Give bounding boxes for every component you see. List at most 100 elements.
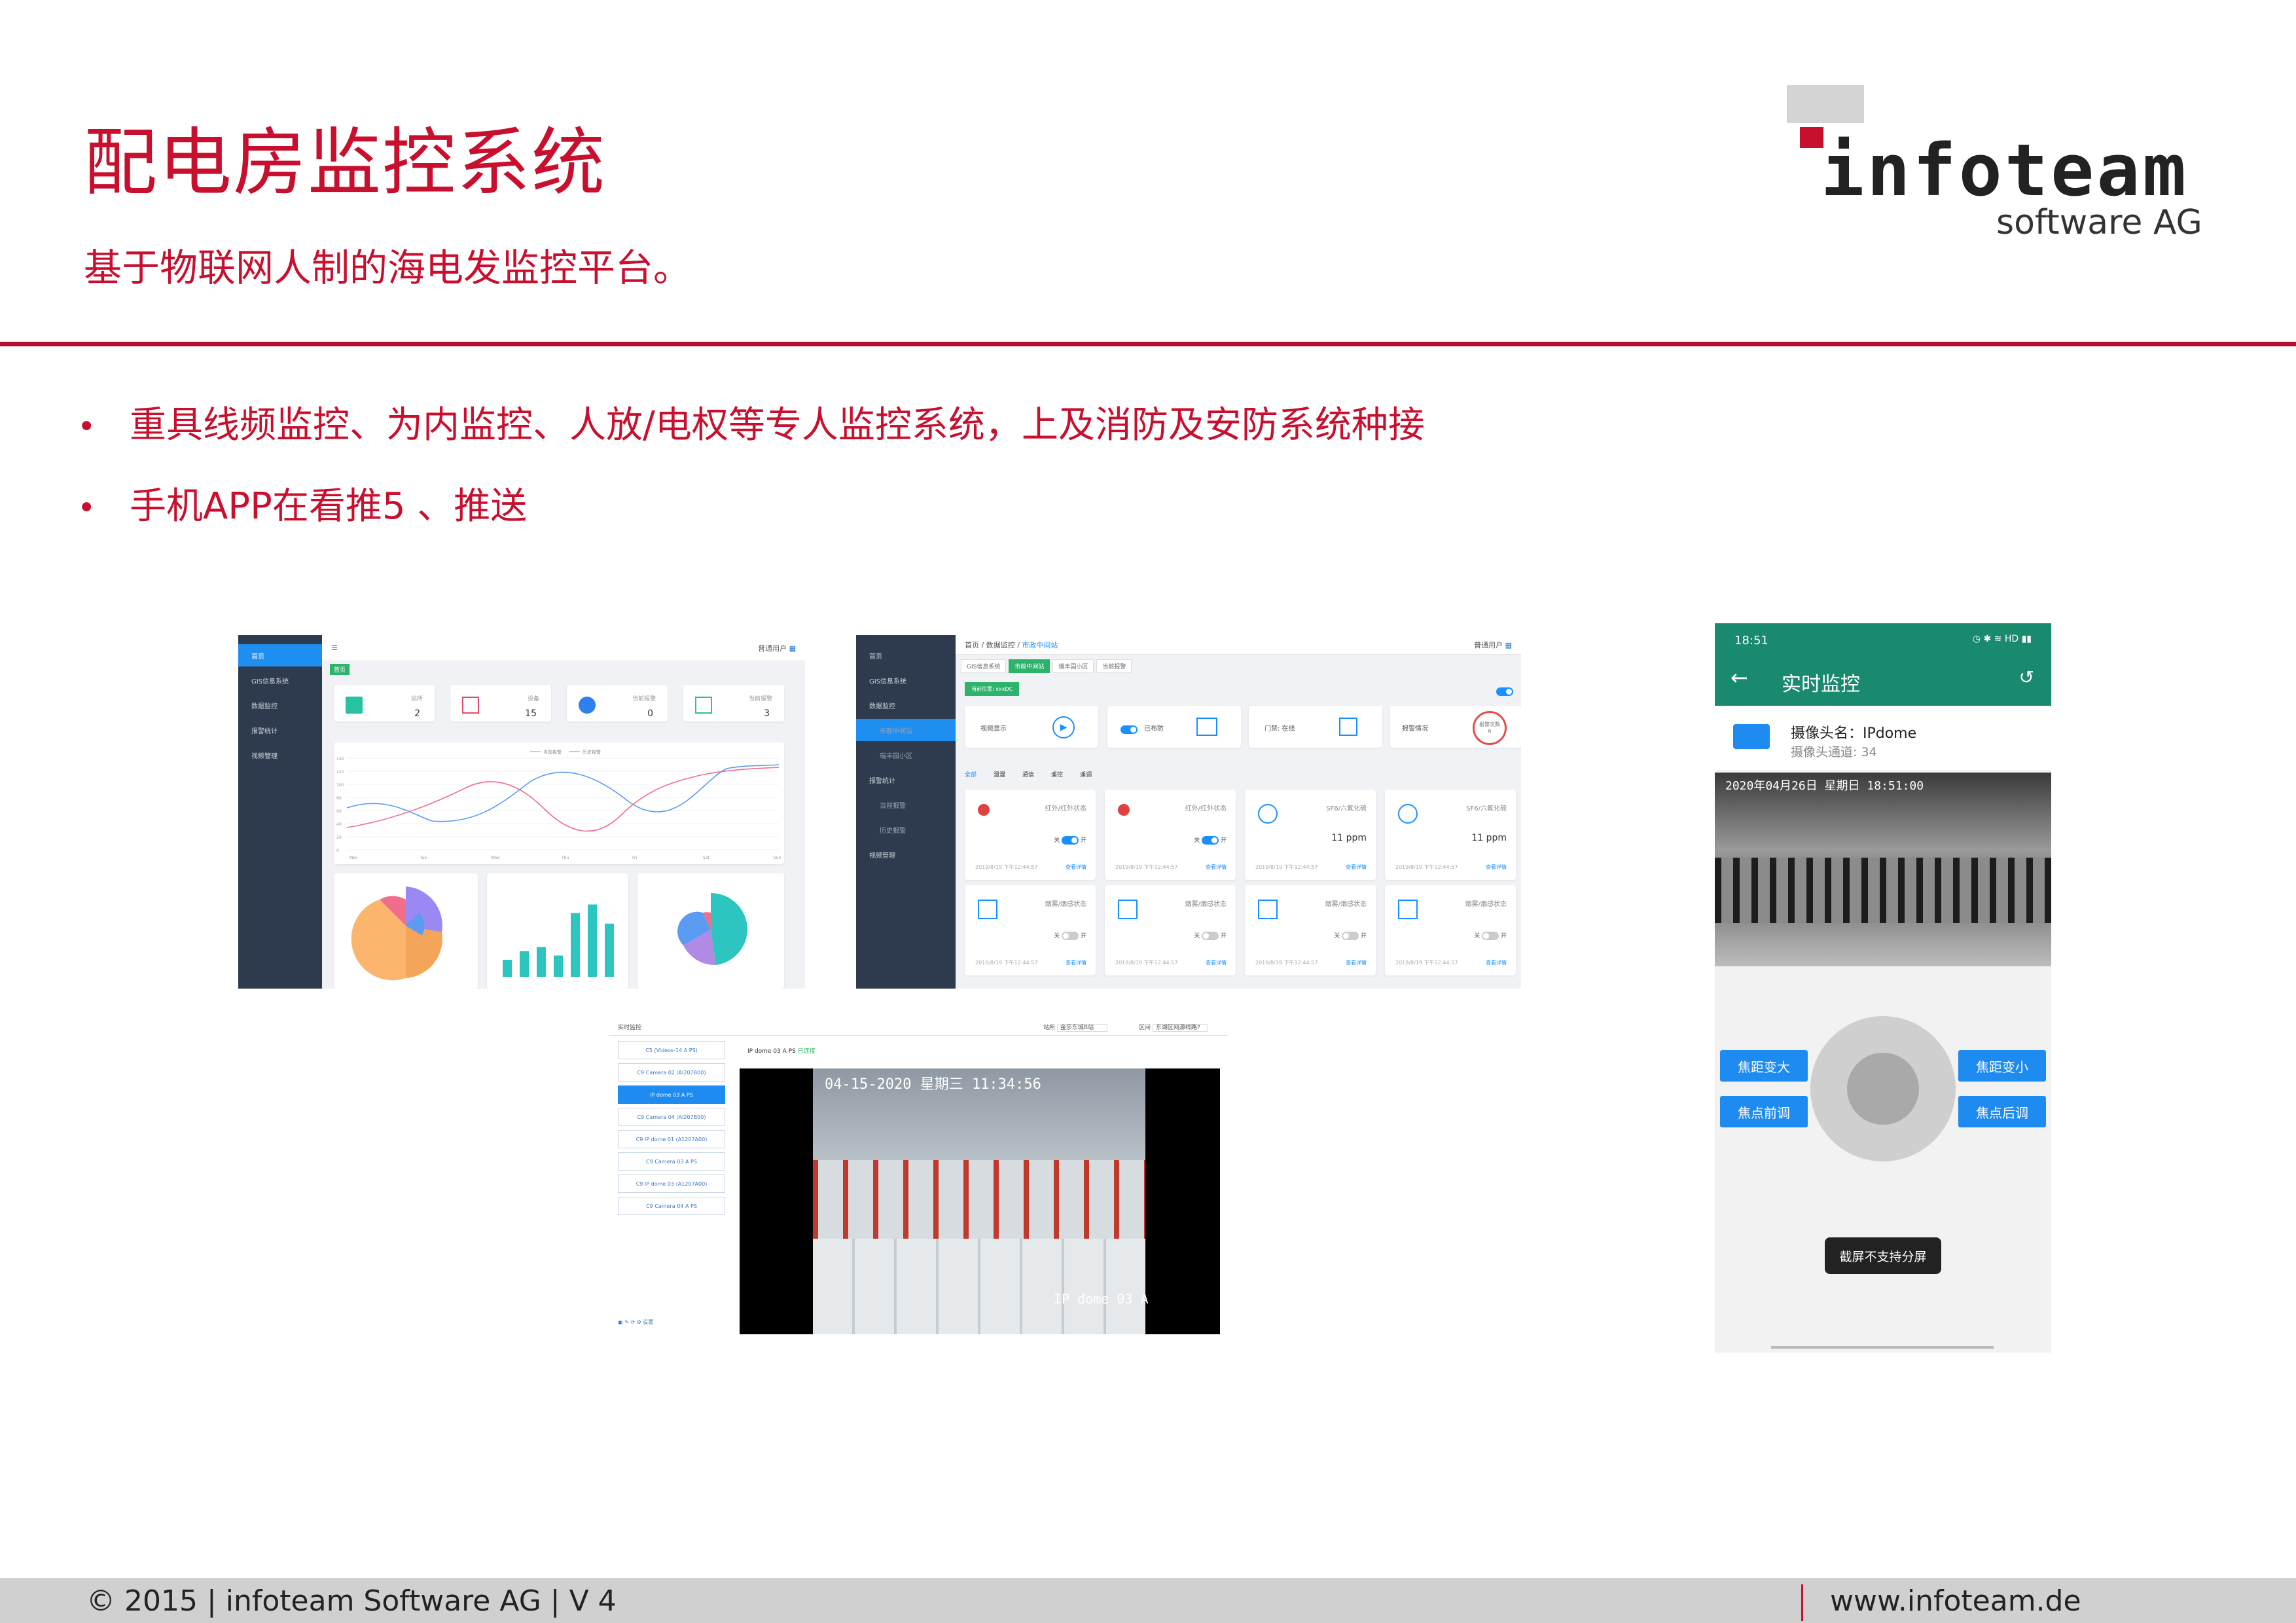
dashboard-sidebar: 首页 GIS信息系统 数据监控 报警统计 视频管理 (238, 635, 322, 989)
device-switch[interactable]: 关 开 (1054, 931, 1086, 940)
pie-chart-card-1 (334, 873, 478, 989)
toolbar-icons[interactable]: ▣ ✎ ⟳ ⚙ 设置 (618, 1319, 653, 1326)
bar-chart-card (487, 873, 628, 989)
sidebar-item-alarm[interactable]: 报警统计 (856, 769, 956, 791)
sidebar-item-current-alarm[interactable]: 当前报警 (856, 793, 956, 816)
device-switch[interactable]: 关 开 (1194, 931, 1227, 940)
sidebar-item-data[interactable]: 数据监控 (856, 694, 956, 716)
sidebar-item-community[interactable]: 瑞丰园小区 (856, 744, 956, 766)
app-title: 实时监控 (1782, 673, 1860, 696)
infrared-icon (978, 804, 990, 816)
user-menu[interactable]: 普通用户 (758, 644, 787, 653)
device-card: 烟雾/烟感状态关 开 2019/8/19 下午12:44:57 查看详情 (1385, 885, 1516, 976)
armed-toggle[interactable] (1121, 725, 1138, 734)
camera-list-item[interactable]: IP dome 03 A PS (618, 1085, 725, 1104)
sidebar-item-video[interactable]: 视频管理 (238, 744, 322, 766)
sidebar-item-video[interactable]: 视频管理 (856, 843, 956, 866)
phone-osd-time: 2020年04月26日 星期日 18:51:00 (1725, 779, 1924, 793)
camera-list-item[interactable]: C9 IP dome 01 (A1207A00) (618, 1130, 725, 1148)
qr-icon[interactable]: ▦ (1505, 641, 1512, 649)
zoom-in-button[interactable]: 焦距变大 (1720, 1050, 1808, 1082)
history-icon[interactable]: ↺ (2019, 666, 2034, 688)
focus-near-button[interactable]: 焦点前调 (1720, 1096, 1808, 1127)
camera-list-item[interactable]: C9 Camera 04 (AI207B00) (618, 1108, 725, 1126)
video-player[interactable]: 04-15-2020 星期三 11:34:56 IP dome 03 A (740, 1068, 1220, 1334)
camera-list-item[interactable]: C9 Camera 02 (AI207B00) (618, 1063, 725, 1082)
view-detail-link[interactable]: 查看详情 (1206, 959, 1227, 966)
sidebar-item-station[interactable]: 市政中间站 (856, 719, 956, 741)
camera-channel: 摄像头通道: 34 (1791, 745, 1877, 759)
stat-card: 站所 2 (334, 685, 435, 721)
device-card: 红外/红外状态关 开 2019/8/19 下午12:44:57 查看详情 (1105, 790, 1236, 880)
gas-sensor-icon (1398, 804, 1418, 824)
device-title: 烟雾/烟感状态 (1185, 901, 1227, 908)
view-detail-link[interactable]: 查看详情 (1486, 864, 1507, 871)
tab-gis[interactable]: GIS信息系统 (961, 659, 1007, 673)
sidebar-item-alarm[interactable]: 报警统计 (238, 719, 322, 741)
area-select[interactable]: 东湖区网源线路? (1152, 1024, 1208, 1032)
slide-subtitle: 基于物联网人制的海电发监控平台。 (84, 246, 692, 290)
view-detail-link[interactable]: 查看详情 (1346, 864, 1367, 871)
bar (554, 955, 563, 977)
station-select[interactable]: 金莎东城B站 (1056, 1024, 1108, 1032)
ptz-center[interactable] (1847, 1053, 1919, 1125)
view-detail-link[interactable]: 查看详情 (1346, 959, 1367, 966)
sidebar-item-data[interactable]: 数据监控 (238, 694, 322, 716)
filter-all[interactable]: 全部 (965, 770, 977, 778)
tab-community[interactable]: 瑞丰园小区 (1052, 659, 1094, 673)
tab-station[interactable]: 市政中间站 (1009, 659, 1050, 673)
camera-list-item[interactable]: C9 IP dome 03 (A1207A00) (618, 1175, 725, 1193)
view-detail-link[interactable]: 查看详情 (1486, 959, 1507, 966)
device-time: 2019/8/19 下午12:44:57 (975, 960, 1038, 966)
sidebar-item-gis[interactable]: GIS信息系统 (856, 669, 956, 691)
filter-comm[interactable]: 通信 (1022, 770, 1034, 778)
sidebar-item-history-alarm[interactable]: 历史报警 (856, 818, 956, 841)
qr-icon[interactable]: ▦ (789, 644, 796, 653)
phone-video[interactable]: 2020年04月26日 星期日 18:51:00 (1715, 773, 2051, 966)
footer-copyright: © 2015 | infoteam Software AG | V 4 (86, 1584, 617, 1618)
camera-list-item[interactable]: C9 Camera 03 A PS (618, 1152, 725, 1171)
line-chart: 当前报警 历史报警 140 120 100 80 60 40 20 0 Mon Tue Wed Th… (336, 749, 781, 860)
legend-label: 当前报警 (543, 749, 562, 755)
view-detail-link[interactable]: 查看详情 (1066, 959, 1086, 966)
toast: 截屏不支持分屏 (1825, 1237, 1941, 1274)
ptz-joystick[interactable] (1810, 1016, 1956, 1161)
smoke-sensor-icon (978, 900, 997, 919)
logo-wordmark: infoteam (1821, 128, 2189, 212)
video-summary[interactable]: 视频显示 ▶ (965, 706, 1098, 748)
stat-card: 当前报警 0 (567, 685, 668, 721)
sidebar-item-home[interactable]: 首页 (856, 644, 956, 666)
focus-far-button[interactable]: 焦点后调 (1958, 1096, 2046, 1127)
sidebar-item-gis[interactable]: GIS信息系统 (238, 669, 322, 691)
camera-list-item[interactable]: C9 Camera 04 A PS (618, 1197, 725, 1215)
user-menu[interactable]: 普通用户 (1474, 641, 1503, 649)
device-card: 红外/红外状态关 开 2019/8/19 下午12:44:57 查看详情 (965, 790, 1096, 880)
smoke-sensor-icon (1258, 900, 1278, 919)
device-switch[interactable]: 关 开 (1054, 835, 1086, 845)
bullet-text: 重具线频监控、为内监控、人放/电权等专人监控系统，上及消防及安防系统种接 (130, 404, 1425, 447)
device-time: 2019/8/19 下午12:44:57 (1395, 864, 1458, 870)
back-icon[interactable]: ← (1731, 665, 1748, 690)
tab-current-alarm[interactable]: 当前报警 (1096, 659, 1132, 673)
device-switch[interactable]: 关 开 (1194, 835, 1227, 845)
power-toggle[interactable] (1496, 685, 1513, 697)
home-indicator[interactable] (1771, 1346, 1994, 1349)
menu-icon[interactable]: ☰ (331, 644, 338, 652)
footer-url[interactable]: www.infoteam.de (1830, 1584, 2081, 1618)
camera-list-item[interactable]: C5 (Videos-14 A PS) (618, 1041, 725, 1059)
device-time: 2019/8/19 下午12:44:57 (1115, 960, 1178, 966)
view-detail-link[interactable]: 查看详情 (1206, 864, 1227, 871)
device-switch[interactable]: 关 开 (1474, 931, 1507, 940)
view-detail-link[interactable]: 查看详情 (1066, 864, 1086, 871)
zoom-out-button[interactable]: 焦距变小 (1958, 1050, 2046, 1082)
device-time: 2019/8/19 下午12:44:57 (1395, 960, 1458, 966)
door-summary: 门禁: 在线 (1249, 706, 1382, 748)
filter-ctrl[interactable]: 遥控 (1051, 770, 1063, 778)
device-switch[interactable]: 关 开 (1334, 931, 1367, 940)
tab-home[interactable]: 首页 (330, 664, 350, 675)
filter-adjust[interactable]: 遥调 (1080, 770, 1092, 778)
play-icon[interactable]: ▶ (1052, 716, 1075, 739)
filter-temp[interactable]: 温湿 (994, 770, 1005, 778)
tab-bar: GIS信息系统 市政中间站 瑞丰园小区 当前报警 (961, 659, 1134, 673)
sidebar-item-home[interactable]: 首页 (238, 644, 322, 666)
